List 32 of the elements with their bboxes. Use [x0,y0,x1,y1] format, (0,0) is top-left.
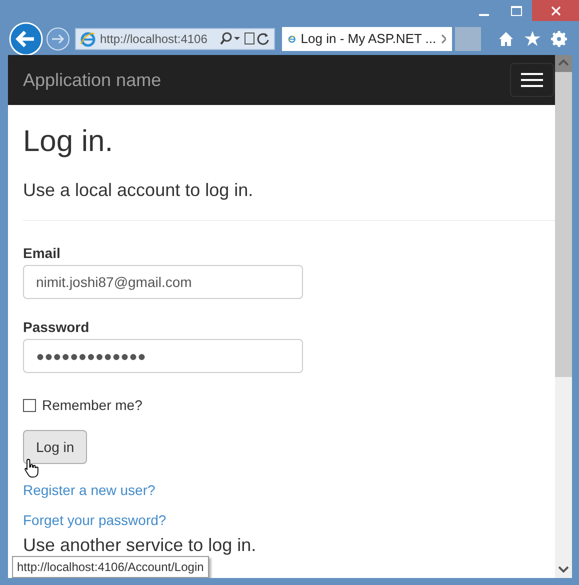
checkbox-label: Remember me? [42,397,142,413]
settings-icon[interactable] [551,30,567,46]
maximize-icon [510,6,522,16]
back-button[interactable] [9,22,43,56]
page-heading: Log in. [23,125,114,159]
hand-cursor-icon [23,458,41,478]
close-button[interactable] [532,0,579,21]
login-button[interactable]: Log in [23,430,88,464]
scroll-up-icon[interactable] [555,55,572,72]
scrollbar[interactable] [555,55,572,578]
input-field[interactable]: nimit.joshi87@gmail.com [23,265,303,299]
page-subheading: Use a local account to log in. [23,180,254,201]
menu-icon [521,72,543,88]
field-label: Email [23,245,62,261]
menu-button[interactable] [510,63,554,97]
link[interactable]: Register a new user? [23,482,156,498]
field-label: Password [23,319,90,335]
browser-tab[interactable]: Log in - My ASP.NET ... [282,26,452,50]
link[interactable]: Forget your password? [23,512,166,528]
section-heading: Use another service to log in. [23,536,258,555]
star-icon[interactable] [524,30,541,46]
checkbox[interactable] [23,398,36,412]
address-bar[interactable]: http://localhost:4106 [75,28,275,50]
status-tooltip: http://localhost:4106/Account/Login [12,556,209,578]
forward-button[interactable] [46,26,70,50]
minimize-icon [479,14,489,16]
input-field[interactable]: ●●●●●●●●●●●●● [23,339,303,373]
ie-logo-icon [80,30,96,46]
address-tools-icon[interactable] [220,32,270,46]
close-icon [550,6,560,16]
brand-link[interactable]: Application name [23,70,162,90]
home-icon[interactable] [498,30,514,46]
